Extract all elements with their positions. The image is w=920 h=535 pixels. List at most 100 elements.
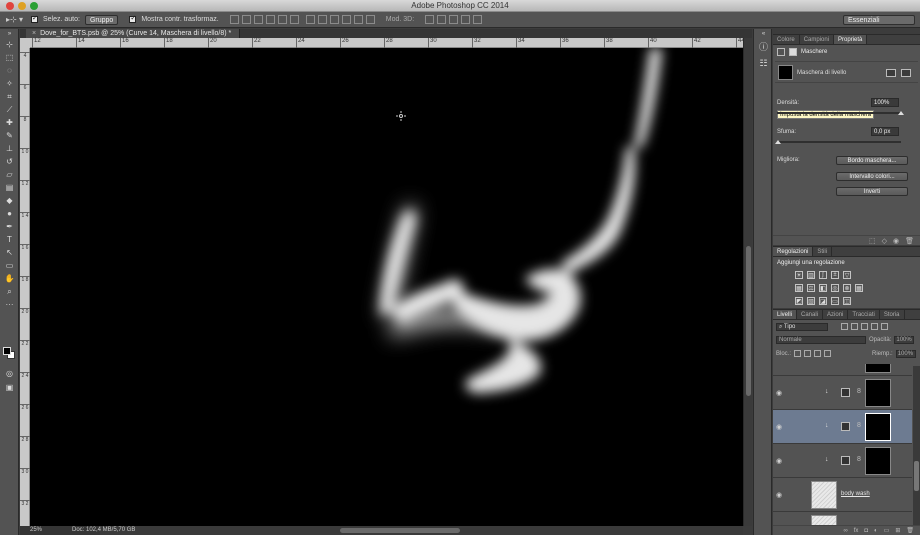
delete-layer-icon[interactable]: 🗑: [906, 527, 914, 534]
lock-image-icon[interactable]: [804, 350, 812, 357]
hand-tool-icon[interactable]: ✋: [0, 272, 19, 285]
clone-stamp-tool-icon[interactable]: ⊥: [0, 142, 19, 155]
layer-mask-thumbnail[interactable]: [865, 447, 891, 475]
adjustment-properties-icon[interactable]: [777, 48, 785, 56]
curves-icon[interactable]: ∫: [819, 271, 827, 279]
transform-controls-checkbox[interactable]: [129, 14, 137, 23]
gradient-tool-icon[interactable]: ▤: [0, 181, 19, 194]
doc-size-info[interactable]: Doc: 102,4 MB/5,70 GB: [72, 526, 135, 535]
feather-input[interactable]: 0,0 px: [871, 127, 899, 136]
canvas-vertical-scrollbar[interactable]: [743, 38, 752, 526]
add-mask-icon[interactable]: ◘: [864, 528, 868, 534]
filter-shape-icon[interactable]: [871, 323, 878, 330]
invert-button[interactable]: Inverti: [836, 187, 908, 196]
align-top-icon[interactable]: [229, 15, 239, 24]
toggle-mask-visibility-icon[interactable]: ◉: [893, 237, 899, 245]
document-tab[interactable]: × Dove_for_BTS.psb @ 25% (Curve 14, Masch…: [26, 29, 241, 38]
align-vcenter-icon[interactable]: [241, 15, 251, 24]
zoom-tool-icon[interactable]: ⌕: [0, 285, 19, 298]
align-bottom-icon[interactable]: [253, 15, 263, 24]
brush-tool-icon[interactable]: ✎: [0, 129, 19, 142]
close-tab-icon[interactable]: ×: [32, 30, 36, 37]
eraser-tool-icon[interactable]: ▱: [0, 168, 19, 181]
marquee-tool-icon[interactable]: ⬚: [0, 51, 19, 64]
brush-presets-icon[interactable]: ☷: [754, 55, 773, 72]
visibility-eye-icon[interactable]: ◉: [776, 457, 782, 465]
crop-tool-icon[interactable]: ⌗: [0, 90, 19, 103]
blur-tool-icon[interactable]: ◆: [0, 194, 19, 207]
layer-row[interactable]: ◉ ↓ 8: [773, 376, 912, 410]
layer-mask-thumbnail[interactable]: [865, 379, 891, 407]
dodge-tool-icon[interactable]: ●: [0, 207, 19, 220]
foreground-color-swatch[interactable]: [3, 347, 11, 355]
tab-color[interactable]: Colore: [773, 35, 800, 44]
3d-pan-icon[interactable]: [449, 15, 459, 24]
auto-select-checkbox[interactable]: [31, 14, 38, 23]
black-white-icon[interactable]: ◧: [819, 284, 827, 292]
type-tool-icon[interactable]: T: [0, 233, 19, 246]
path-selection-tool-icon[interactable]: ↖: [0, 246, 19, 259]
3d-scale-icon[interactable]: [473, 15, 483, 24]
mask-edge-button[interactable]: Bordo maschera...: [836, 156, 908, 165]
tab-layers[interactable]: Livelli: [773, 310, 798, 319]
distribute-right-icon[interactable]: [365, 15, 375, 24]
delete-mask-icon[interactable]: 🗑: [905, 237, 914, 245]
blend-mode-dropdown[interactable]: Normale: [776, 335, 866, 344]
visibility-eye-icon[interactable]: ◉: [776, 389, 782, 397]
select-pixel-mask-icon[interactable]: [886, 69, 896, 77]
layers-scrollbar[interactable]: [913, 366, 920, 526]
magic-wand-tool-icon[interactable]: ✧: [0, 77, 19, 90]
tab-actions[interactable]: Azioni: [823, 310, 849, 319]
3d-roll-icon[interactable]: [437, 15, 447, 24]
history-brush-tool-icon[interactable]: ↺: [0, 155, 19, 168]
new-layer-icon[interactable]: ⊞: [895, 527, 900, 534]
mask-link-icon[interactable]: 8: [857, 422, 861, 429]
3d-rotate-icon[interactable]: [425, 15, 435, 24]
layer-row-selected[interactable]: ◉ ↓ 8: [773, 410, 912, 444]
vertical-scroll-thumb[interactable]: [746, 246, 751, 396]
layer-row[interactable]: ▢ bagnoschiuma: [773, 512, 912, 525]
visibility-eye-icon[interactable]: ◉: [776, 491, 782, 499]
distribute-hcenter-icon[interactable]: [353, 15, 363, 24]
layers-scroll-thumb[interactable]: [914, 461, 919, 491]
levels-icon[interactable]: ▥: [807, 271, 815, 279]
tab-adjustments[interactable]: Regolazioni: [773, 247, 814, 256]
screen-mode-icon[interactable]: ▣: [0, 381, 19, 394]
channel-mixer-icon[interactable]: ⊗: [843, 284, 851, 292]
dock-collapse-icon[interactable]: «: [754, 29, 773, 38]
vibrance-icon[interactable]: ▽: [843, 271, 851, 279]
selective-color-icon[interactable]: ◫: [843, 297, 851, 305]
move-tool-icon[interactable]: ⊹: [0, 38, 19, 51]
feather-slider[interactable]: [777, 141, 901, 143]
layer-filter-dropdown[interactable]: ⌕ Tipo: [776, 322, 828, 331]
threshold-icon[interactable]: ◪: [819, 297, 827, 305]
tab-styles[interactable]: Stili: [813, 247, 833, 256]
lock-all-icon[interactable]: [824, 350, 832, 357]
color-balance-icon[interactable]: ⚖: [807, 284, 815, 292]
3d-slide-icon[interactable]: [461, 15, 471, 24]
tab-properties[interactable]: Proprietà: [834, 35, 868, 44]
feather-slider-knob[interactable]: [775, 140, 781, 144]
distribute-top-icon[interactable]: [305, 15, 315, 24]
tab-paths[interactable]: Tracciati: [848, 310, 880, 319]
visibility-eye-icon[interactable]: ◉: [776, 423, 782, 431]
panel-collapse-icon[interactable]: »: [0, 29, 19, 38]
layer-style-icon[interactable]: fx: [854, 528, 859, 534]
workspace-dropdown[interactable]: Essenziali: [843, 15, 915, 25]
exposure-icon[interactable]: ±: [831, 271, 839, 279]
layer-name[interactable]: body wash: [841, 491, 870, 497]
photo-filter-icon[interactable]: ◎: [831, 284, 839, 292]
pen-tool-icon[interactable]: ✒: [0, 220, 19, 233]
shape-tool-icon[interactable]: ▭: [0, 259, 19, 272]
document-canvas[interactable]: [30, 48, 743, 526]
opacity-input[interactable]: 100%: [894, 335, 915, 344]
hue-saturation-icon[interactable]: ▦: [795, 284, 803, 292]
density-slider-knob[interactable]: [898, 111, 904, 115]
color-range-button[interactable]: Intervallo colori...: [836, 172, 908, 181]
quick-mask-icon[interactable]: ◎: [0, 367, 19, 380]
apply-mask-icon[interactable]: ◇: [882, 237, 887, 245]
new-group-icon[interactable]: ▭: [884, 527, 890, 534]
add-vector-mask-icon[interactable]: [901, 69, 911, 77]
mask-properties-icon[interactable]: [789, 48, 797, 56]
tab-history[interactable]: Storia: [880, 310, 905, 319]
